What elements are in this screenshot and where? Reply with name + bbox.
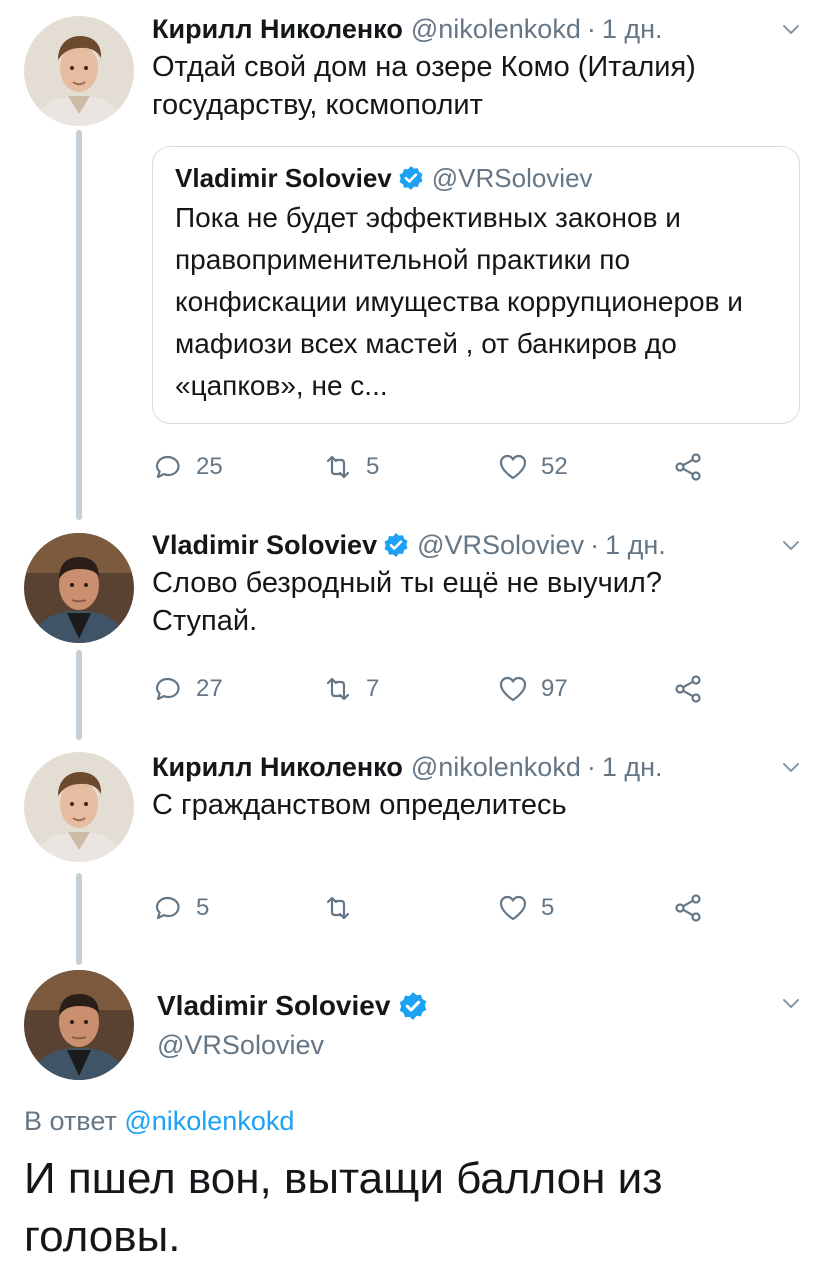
share-icon (672, 451, 704, 483)
reply-context: В ответ @nikolenkokd (24, 1106, 294, 1137)
retweet-icon (322, 451, 354, 483)
like-icon (497, 673, 529, 705)
reply-count: 27 (196, 675, 223, 702)
quoted-tweet[interactable]: Vladimir Soloviev @VRSoloviev Пока не бу… (152, 146, 800, 424)
thread-line (76, 650, 82, 740)
tweet-text: Отдай свой дом на озере Комо (Италия) го… (152, 51, 696, 121)
tweet-text: Слово безродный ты ещё не выучил? Ступай… (152, 567, 662, 637)
tweet-header: Vladimir Soloviev @VRSoloviev · 1 дн. (152, 528, 802, 562)
retweet-button[interactable]: 5 (322, 451, 379, 483)
reply-button[interactable]: 5 (152, 892, 209, 924)
main-author-name-row: Vladimir Soloviev (157, 990, 428, 1022)
quote-text: Пока не будет эффективных законов и прав… (175, 202, 743, 401)
author-name[interactable]: Vladimir Soloviev (152, 528, 377, 562)
author-handle[interactable]: @VRSoloviev (417, 528, 584, 562)
like-icon (497, 451, 529, 483)
main-author-handle[interactable]: @VRSoloviev (157, 1030, 324, 1061)
retweet-button[interactable]: 7 (322, 673, 379, 705)
reply-to-link[interactable]: @nikolenkokd (124, 1106, 294, 1136)
tweet-header: Кирилл Николенко @nikolenkokd · 1 дн. (152, 750, 802, 784)
retweet-button[interactable] (322, 892, 366, 924)
like-button[interactable]: 5 (497, 892, 554, 924)
author-handle[interactable]: @nikolenkokd (411, 750, 581, 784)
author-name[interactable]: Кирилл Николенко (152, 12, 403, 46)
like-icon (497, 892, 529, 924)
retweet-count: 5 (366, 453, 380, 480)
like-button[interactable]: 52 (497, 451, 568, 483)
tweet-time[interactable]: 1 дн. (602, 12, 663, 46)
quote-author-handle: @VRSoloviev (431, 163, 593, 193)
chevron-down-icon[interactable] (780, 18, 802, 40)
avatar-soloviev[interactable] (24, 970, 134, 1080)
avatar-soloviev[interactable] (24, 533, 134, 643)
reply-icon (152, 892, 184, 924)
tweet[interactable]: Кирилл Николенко @nikolenkokd · 1 дн. С … (152, 750, 802, 824)
quote-author-name: Vladimir Soloviev (175, 163, 392, 193)
avatar-nikolenko[interactable] (24, 752, 134, 862)
reply-icon (152, 673, 184, 705)
share-icon (672, 892, 704, 924)
share-button[interactable] (672, 892, 704, 924)
tweet-time[interactable]: 1 дн. (602, 750, 663, 784)
chevron-down-icon[interactable] (780, 756, 802, 778)
like-count: 52 (541, 453, 568, 480)
tweet-text: С гражданством определитесь (152, 789, 567, 821)
separator: · (586, 752, 596, 782)
verified-badge-icon (383, 532, 409, 558)
tweet-header: Кирилл Николенко @nikolenkokd · 1 дн. (152, 12, 802, 46)
chevron-down-icon[interactable] (780, 992, 802, 1014)
retweet-icon (322, 892, 354, 924)
tweet-time[interactable]: 1 дн. (605, 528, 666, 562)
chevron-down-icon[interactable] (780, 534, 802, 556)
reply-count: 25 (196, 453, 223, 480)
retweet-count: 7 (366, 675, 380, 702)
thread-line (76, 130, 82, 520)
verified-badge-icon (398, 991, 428, 1021)
separator: · (586, 14, 596, 44)
thread-line (76, 873, 82, 965)
tweet-actions: 25 5 52 (152, 447, 712, 487)
tweet-actions: 27 7 97 (152, 669, 712, 709)
like-count: 5 (541, 894, 555, 921)
reply-button[interactable]: 25 (152, 451, 223, 483)
quote-header: Vladimir Soloviev @VRSoloviev (175, 161, 777, 195)
share-button[interactable] (672, 673, 704, 705)
author-handle[interactable]: @nikolenkokd (411, 12, 581, 46)
share-icon (672, 673, 704, 705)
reply-button[interactable]: 27 (152, 673, 223, 705)
separator: · (590, 530, 600, 560)
retweet-icon (322, 673, 354, 705)
verified-badge-icon (398, 165, 424, 191)
tweet[interactable]: Кирилл Николенко @nikolenkokd · 1 дн. От… (152, 12, 802, 124)
avatar-nikolenko[interactable] (24, 16, 134, 126)
main-tweet-text: И пшел вон, вытащи баллон из головы. (24, 1154, 663, 1261)
author-name[interactable]: Кирилл Николенко (152, 750, 403, 784)
share-button[interactable] (672, 451, 704, 483)
reply-icon (152, 451, 184, 483)
main-author-name[interactable]: Vladimir Soloviev (157, 990, 390, 1022)
like-button[interactable]: 97 (497, 673, 568, 705)
tweet-actions: 5 5 (152, 888, 712, 928)
tweet[interactable]: Vladimir Soloviev @VRSoloviev · 1 дн. Сл… (152, 528, 802, 640)
reply-prefix: В ответ (24, 1106, 117, 1136)
reply-count: 5 (196, 894, 210, 921)
like-count: 97 (541, 675, 568, 702)
